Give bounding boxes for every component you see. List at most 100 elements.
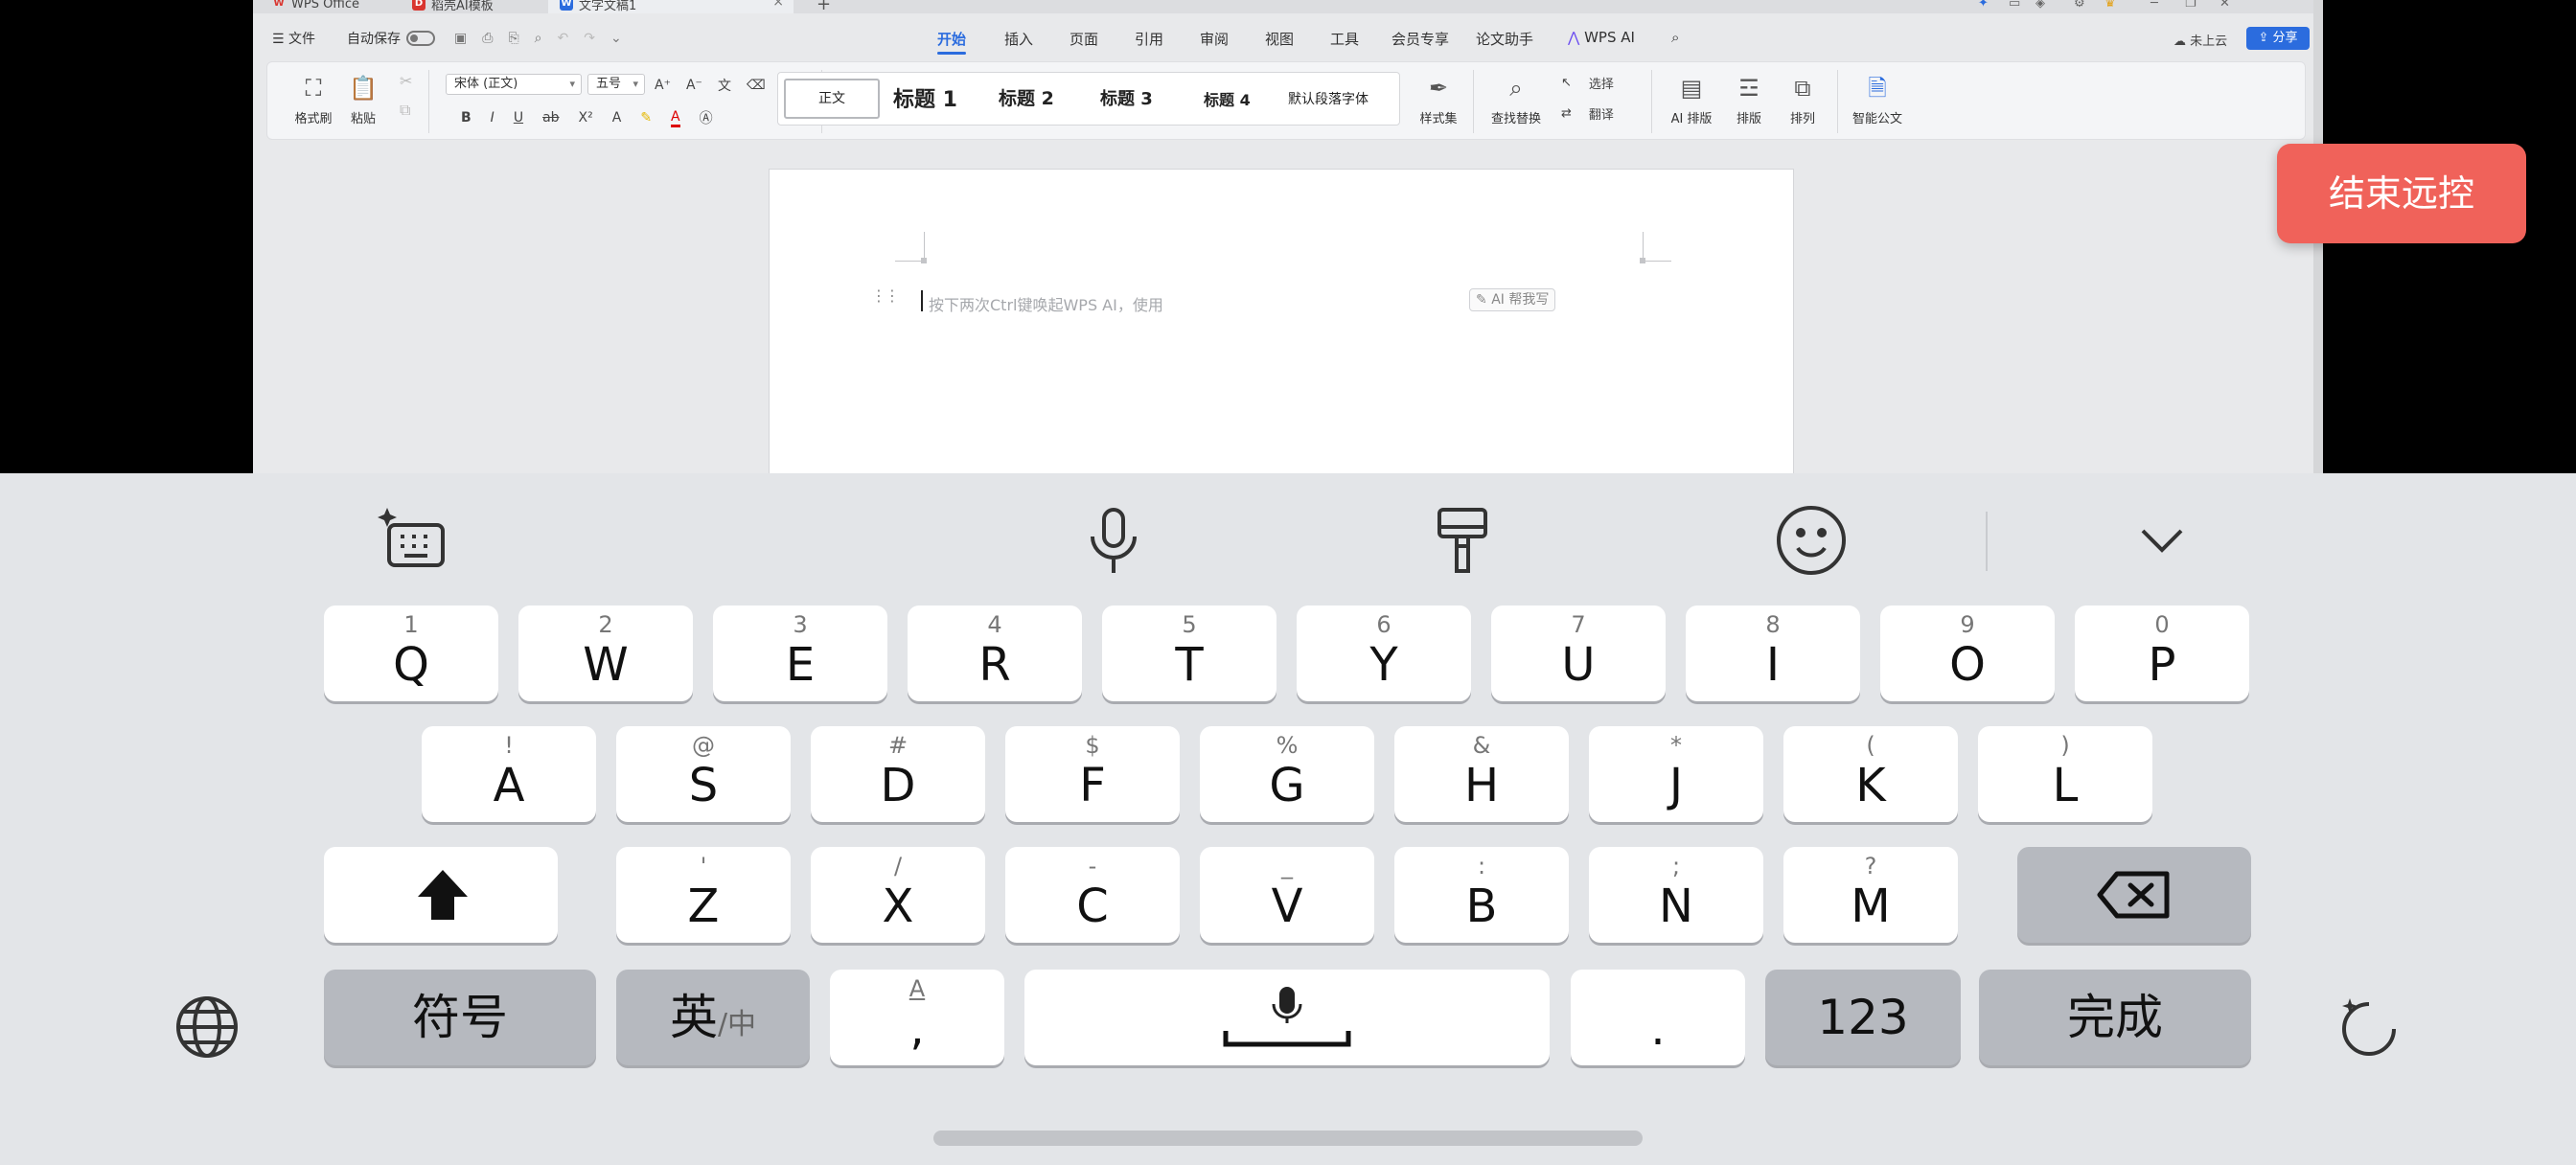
char-border-icon[interactable]: Ⓐ bbox=[700, 108, 713, 127]
undo-icon[interactable]: ↶ bbox=[557, 31, 568, 46]
globe-icon[interactable] bbox=[169, 989, 245, 1065]
settings-icon[interactable]: ⚙ bbox=[2074, 0, 2085, 11]
search-icon[interactable]: ⌕ bbox=[1671, 29, 1679, 46]
end-remote-control-button[interactable]: 结束远控 bbox=[2277, 144, 2526, 243]
layout-button[interactable]: ☲ 排版 bbox=[1724, 72, 1774, 126]
key-z[interactable]: ' Z bbox=[616, 847, 791, 943]
style-heading-4[interactable]: 标题 4 bbox=[1204, 87, 1251, 110]
period-key[interactable]: . bbox=[1571, 970, 1745, 1065]
grow-font-icon[interactable]: A⁺ bbox=[655, 78, 671, 93]
document-page[interactable]: ⋮⋮ 按下两次Ctrl键唤起WPS AI，使用 ✎ AI 帮我写 bbox=[769, 169, 1794, 473]
key-n[interactable]: ; N bbox=[1589, 847, 1763, 943]
key-g[interactable]: % G bbox=[1200, 726, 1374, 822]
space-key[interactable] bbox=[1024, 970, 1550, 1065]
font-size-select[interactable]: 五号 ▾ bbox=[587, 74, 645, 95]
backspace-key[interactable] bbox=[2017, 847, 2251, 943]
toggle-switch-icon[interactable] bbox=[406, 31, 435, 46]
superscript-icon[interactable]: X² bbox=[579, 110, 593, 126]
skin-icon[interactable]: ◈ bbox=[2036, 0, 2045, 11]
done-key[interactable]: 完成 bbox=[1979, 970, 2251, 1065]
key-x[interactable]: / X bbox=[811, 847, 985, 943]
language-switch-key[interactable]: 英/中 bbox=[616, 970, 810, 1065]
style-heading-2[interactable]: 标题 2 bbox=[999, 84, 1054, 110]
key-l[interactable]: ) L bbox=[1978, 726, 2152, 822]
share-button[interactable]: ⇪ 分享 bbox=[2246, 27, 2310, 50]
key-p[interactable]: 0P bbox=[2075, 605, 2249, 701]
cut-icon[interactable]: ✂ bbox=[400, 72, 412, 90]
numbers-key[interactable]: 123 bbox=[1765, 970, 1961, 1065]
copy-icon[interactable]: ⧉ bbox=[400, 101, 410, 120]
save-icon[interactable]: ▣ bbox=[454, 31, 467, 46]
style-normal[interactable]: 正文 bbox=[784, 79, 880, 119]
key-r[interactable]: 4R bbox=[908, 605, 1082, 701]
drag-handle-icon[interactable]: ⋮⋮ bbox=[871, 286, 900, 305]
tab-member[interactable]: 会员专享 bbox=[1392, 29, 1449, 49]
ai-keyboard-icon[interactable] bbox=[376, 502, 452, 579]
tab-review[interactable]: 审阅 bbox=[1200, 29, 1229, 49]
key-t[interactable]: 5T bbox=[1102, 605, 1276, 701]
key-j[interactable]: * J bbox=[1589, 726, 1763, 822]
key-v[interactable]: _ V bbox=[1200, 847, 1374, 943]
emoji-icon[interactable] bbox=[1773, 502, 1850, 579]
select-button[interactable]: ↖ 选择 bbox=[1561, 74, 1614, 92]
autosave-toggle[interactable]: 自动保存 bbox=[347, 29, 435, 48]
export-pdf-icon[interactable]: ⎙ bbox=[482, 31, 493, 46]
ai-layout-button[interactable]: ▤ AI 排版 bbox=[1663, 72, 1720, 126]
shift-key[interactable] bbox=[324, 847, 558, 943]
ai-history-icon[interactable] bbox=[2331, 989, 2407, 1065]
style-heading-3[interactable]: 标题 3 bbox=[1100, 85, 1153, 110]
key-b[interactable]: :B bbox=[1394, 847, 1569, 943]
style-set-button[interactable]: ✒ 样式集 bbox=[1414, 72, 1463, 126]
ai-write-button[interactable]: ✎ AI 帮我写 bbox=[1469, 288, 1556, 311]
close-window-icon[interactable]: ✕ bbox=[2220, 0, 2230, 11]
tab-ai-templates[interactable]: D 稻壳AI模板 bbox=[401, 0, 544, 13]
key-o[interactable]: 9O bbox=[1880, 605, 2055, 701]
home-indicator[interactable] bbox=[933, 1131, 1643, 1146]
key-w[interactable]: 2W bbox=[518, 605, 693, 701]
tab-wps-ai[interactable]: ⋀ WPS AI bbox=[1568, 29, 1635, 46]
key-s[interactable]: @ S bbox=[616, 726, 791, 822]
font-color-icon[interactable]: A bbox=[671, 109, 680, 127]
find-replace-button[interactable]: ⌕ 查找替换 bbox=[1484, 72, 1548, 126]
highlight-icon[interactable]: ✎ bbox=[640, 110, 652, 126]
comma-key[interactable]: A , bbox=[830, 970, 1004, 1065]
cloud-status[interactable]: ☁ 未上云 bbox=[2174, 31, 2227, 49]
member-icon[interactable]: ♛ bbox=[2104, 0, 2116, 11]
tab-page[interactable]: 页面 bbox=[1070, 29, 1098, 49]
style-heading-1[interactable]: 标题 1 bbox=[893, 82, 957, 113]
key-u[interactable]: 7U bbox=[1491, 605, 1666, 701]
tab-thesis-assistant[interactable]: 论文助手 bbox=[1476, 29, 1533, 49]
bold-icon[interactable]: B bbox=[461, 110, 472, 126]
tab-tools[interactable]: 工具 bbox=[1330, 29, 1359, 49]
close-icon[interactable]: × bbox=[772, 0, 784, 10]
symbols-key[interactable]: 符号 bbox=[324, 970, 596, 1065]
key-e[interactable]: 3E bbox=[713, 605, 887, 701]
tab-wps-office[interactable]: W WPS Office bbox=[261, 0, 385, 13]
underline-icon[interactable]: U bbox=[514, 110, 523, 126]
arrange-button[interactable]: ⧉ 排列 bbox=[1778, 72, 1828, 126]
key-a[interactable]: ! A bbox=[422, 726, 596, 822]
phonetic-icon[interactable]: 文 bbox=[718, 76, 731, 95]
tab-insert[interactable]: 插入 bbox=[1004, 29, 1033, 49]
microphone-icon[interactable] bbox=[1075, 502, 1152, 579]
font-name-select[interactable]: 宋体 (正文) ▾ bbox=[446, 74, 582, 95]
collapse-keyboard-icon[interactable] bbox=[2124, 502, 2200, 579]
text-effect-icon[interactable]: A bbox=[612, 110, 622, 126]
more-chevron-icon[interactable]: ⌄ bbox=[610, 31, 622, 46]
italic-icon[interactable]: I bbox=[491, 110, 494, 126]
key-h[interactable]: & H bbox=[1394, 726, 1569, 822]
ai-star-icon[interactable]: ✦ bbox=[1978, 0, 1989, 11]
print-icon[interactable]: ⎘ bbox=[508, 31, 518, 46]
tab-references[interactable]: 引用 bbox=[1135, 29, 1163, 49]
menu-file[interactable]: ☰ 文件 bbox=[272, 29, 315, 48]
style-default-font[interactable]: 默认段落字体 bbox=[1288, 89, 1368, 108]
key-m[interactable]: ? M bbox=[1783, 847, 1958, 943]
window-icon[interactable]: ▭ bbox=[2009, 0, 2020, 11]
tab-view[interactable]: 视图 bbox=[1265, 29, 1294, 49]
paintbrush-icon[interactable] bbox=[1424, 502, 1501, 579]
key-c[interactable]: -C bbox=[1005, 847, 1180, 943]
minimize-icon[interactable]: ─ bbox=[2150, 0, 2158, 11]
print-preview-icon[interactable]: ⌕ bbox=[535, 31, 542, 46]
key-y[interactable]: 6Y bbox=[1297, 605, 1471, 701]
tab-document[interactable]: W 文字文稿1 × bbox=[548, 0, 794, 13]
